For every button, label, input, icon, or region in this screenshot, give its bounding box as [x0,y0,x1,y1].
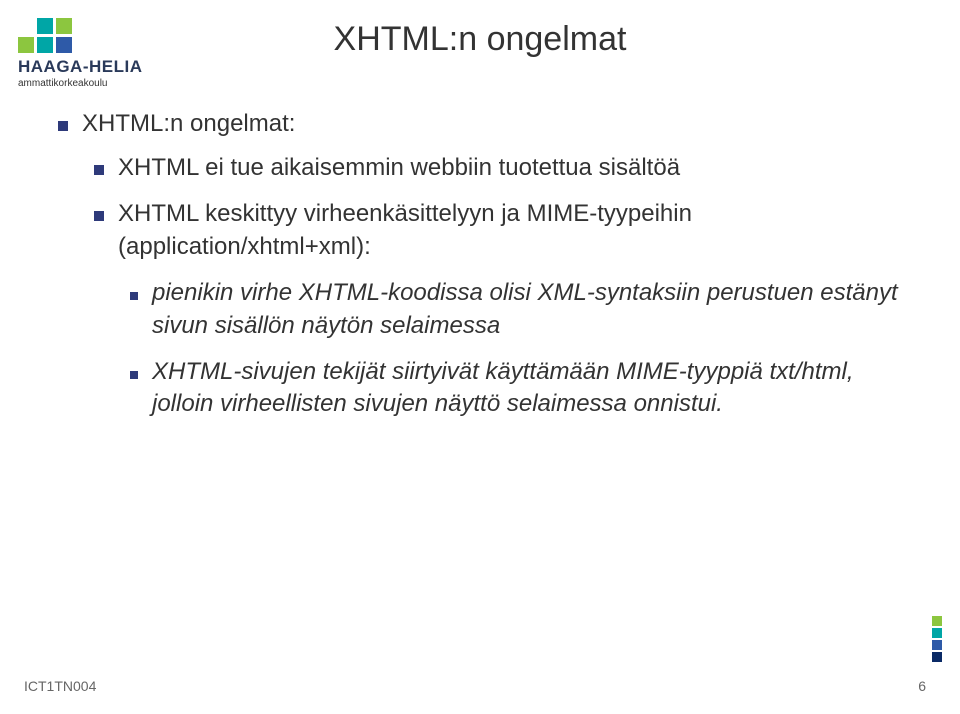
bullet-icon [130,371,138,379]
bullet-text: pienikin virhe XHTML-koodissa olisi XML-… [152,277,900,342]
logo-subtitle: ammattikorkeakoulu [18,78,107,89]
bullet-text: XHTML-sivujen tekijät siirtyivät käyttäm… [152,356,900,421]
bullet-level1: XHTML:n ongelmat: [58,110,900,138]
bullet-icon [58,121,68,131]
corner-decoration [932,616,942,662]
footer-page-number: 6 [918,678,926,694]
bullet-level2: XHTML ei tue aikaisemmin webbiin tuotett… [94,152,900,184]
logo-name: HAAGA-HELIA [18,57,143,77]
bullet-icon [130,292,138,300]
footer-course-code: ICT1TN004 [24,678,96,694]
bullet-text: XHTML:n ongelmat: [82,110,295,138]
bullet-text: XHTML keskittyy virheenkäsittelyyn ja MI… [118,198,900,263]
bullet-icon [94,165,104,175]
bullet-text: XHTML ei tue aikaisemmin webbiin tuotett… [118,152,680,184]
bullet-level3: XHTML-sivujen tekijät siirtyivät käyttäm… [130,356,900,421]
bullet-icon [94,211,104,221]
bullet-level3: pienikin virhe XHTML-koodissa olisi XML-… [130,277,900,342]
bullet-level2: XHTML keskittyy virheenkäsittelyyn ja MI… [94,198,900,263]
slide-title: XHTML:n ongelmat [0,20,960,59]
content: XHTML:n ongelmat: XHTML ei tue aikaisemm… [58,110,900,435]
